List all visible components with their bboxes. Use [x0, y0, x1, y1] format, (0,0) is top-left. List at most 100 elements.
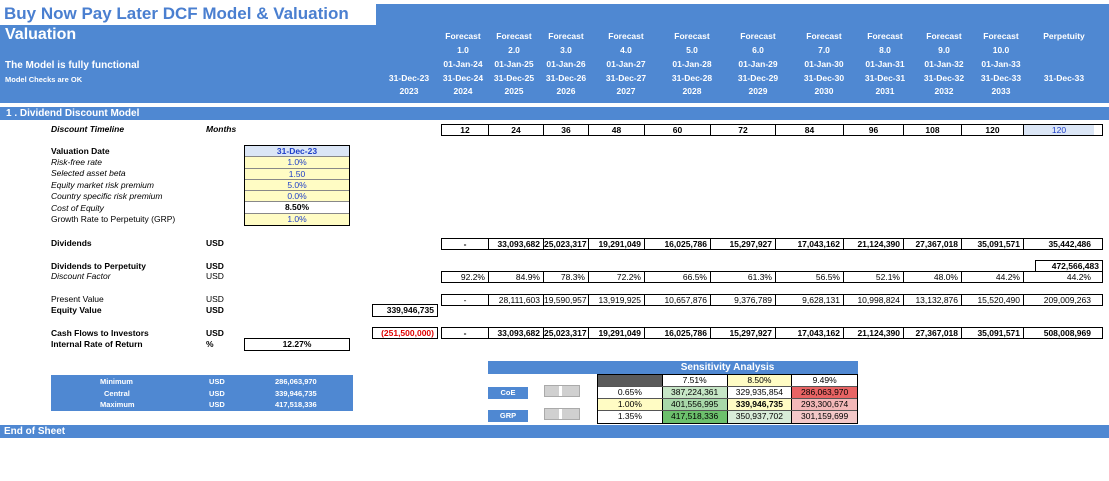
timeline-cell: 72 [711, 125, 776, 135]
dividends-cell: 25,023,317 [544, 239, 589, 249]
cost-of-equity-value: 8.50% [245, 202, 349, 214]
sensitivity-cell: 293,300,674 [792, 399, 857, 410]
checks-status: Model Checks are OK [5, 75, 83, 84]
forecast-start-date: 01-Jan-25 [494, 59, 534, 69]
timeline-cell: 120 [962, 125, 1024, 135]
present-value-cell: 13,919,925 [589, 295, 645, 305]
grp-button[interactable]: GRP [488, 410, 528, 422]
discount-factor-cell: 48.0% [904, 272, 962, 282]
summary-min-value: 286,063,970 [275, 377, 317, 386]
equity-value: 339,946,735 [372, 304, 438, 317]
coe-scrollbar[interactable] [544, 385, 580, 397]
cash-flows-cell: 16,025,786 [645, 328, 711, 338]
sensitivity-cell: 387,224,361 [662, 387, 728, 398]
equity-value-label: Equity Value [51, 305, 102, 315]
end-of-sheet: End of Sheet [0, 425, 1109, 438]
forecast-label: Forecast [806, 31, 842, 41]
sensitivity-cell: 329,935,854 [727, 387, 793, 398]
cash-flows-cell: 21,124,390 [844, 328, 904, 338]
discount-factor-cell: 66.5% [645, 272, 711, 282]
section-header: 1 . Dividend Discount Model [0, 107, 1109, 120]
country-premium-label: Country specific risk premium [51, 191, 163, 201]
forecast-year: 2027 [616, 86, 636, 96]
grp-scrollbar[interactable] [544, 408, 580, 420]
present-value-cell: 10,657,876 [645, 295, 711, 305]
grp-input[interactable]: 1.0% [245, 213, 349, 226]
cash-flows-row: -33,093,682 25,023,317 19,291,049 16,025,78… [441, 327, 1103, 339]
coe-mid-header: 8.50% [727, 375, 793, 386]
risk-free-input[interactable]: 1.0% [245, 157, 349, 169]
present-value-label: Present Value [51, 294, 104, 304]
country-premium-input[interactable]: 0.0% [245, 191, 349, 203]
valuation-date-input[interactable]: 31-Dec-23 [245, 146, 349, 158]
timeline-cell: 84 [776, 125, 844, 135]
forecast-number: 9.0 [938, 45, 950, 55]
dividends-cell: 16,025,786 [645, 239, 711, 249]
timeline-cell: 36 [544, 125, 589, 135]
forecast-label: Forecast [926, 31, 962, 41]
sensitivity-corner [598, 375, 663, 386]
dividends-cell: 17,043,162 [776, 239, 844, 249]
forecast-label: Forecast [445, 31, 481, 41]
sheet-title: Buy Now Pay Later DCF Model & Valuation [4, 4, 349, 23]
forecast-end-date: 31-Dec-30 [803, 73, 845, 83]
discount-factor-cell: 52.1% [844, 272, 904, 282]
discount-factor-cell: 92.2% [442, 272, 489, 282]
present-value-cell: 209,009,263 [1043, 295, 1091, 305]
coe-high-header: 9.49% [792, 375, 857, 386]
timeline-cell: 24 [489, 125, 544, 135]
forecast-label: Forecast [548, 31, 584, 41]
forecast-year: 2029 [748, 86, 768, 96]
perpetuity-label: Perpetuity [1043, 31, 1085, 41]
forecast-start-date: 01-Jan-33 [981, 59, 1021, 69]
asset-beta-input[interactable]: 1.50 [245, 168, 349, 180]
forecast-end-date: 31-Dec-33 [980, 73, 1022, 83]
summary-min-unit: USD [209, 377, 225, 386]
forecast-year: 2026 [556, 86, 576, 96]
dividends-unit: USD [206, 238, 224, 248]
discount-factor-cell: 44.2% [962, 272, 1024, 282]
sensitivity-row: 1.00% 401,556,995 339,946,735 293,300,67… [598, 399, 857, 411]
equity-premium-label: Equity market risk premium [51, 180, 154, 190]
forecast-year: 2030 [814, 86, 834, 96]
dividends-row: -33,093,682 25,023,317 19,291,049 16,025,78… [441, 238, 1103, 250]
cash-flows-base: (251,500,000) [372, 327, 438, 339]
forecast-end-date: 31-Dec-29 [737, 73, 779, 83]
discount-factor-cell: 72.2% [589, 272, 645, 282]
valuation-date-label: Valuation Date [51, 146, 110, 156]
timeline-cell: 48 [589, 125, 645, 135]
forecast-label: Forecast [496, 31, 532, 41]
forecast-year: 2025 [504, 86, 524, 96]
discount-factor-cell: 44.2% [1066, 272, 1091, 282]
forecast-end-date: 31-Dec-28 [671, 73, 713, 83]
summary-min-label: Minimum [100, 377, 133, 386]
irr-label: Internal Rate of Return [51, 339, 143, 349]
cash-flows-cell: 19,291,049 [589, 328, 645, 338]
cash-flows-unit: USD [206, 328, 224, 338]
cash-flows-label: Cash Flows to Investors [51, 328, 149, 338]
dividends-cell: 35,442,486 [1048, 239, 1091, 249]
forecast-year: 2028 [682, 86, 702, 96]
present-value-row: -28,111,603 19,590,957 13,919,925 10,657,87… [441, 294, 1103, 306]
sensitivity-cell: 301,159,699 [792, 411, 857, 423]
forecast-year: 2032 [934, 86, 954, 96]
coe-low-header: 7.51% [662, 375, 728, 386]
cash-flows-cell: 33,093,682 [489, 328, 544, 338]
sensitivity-header-row: 7.51% 8.50% 9.49% [598, 375, 857, 387]
sensitivity-cell: 401,556,995 [662, 399, 728, 410]
forecast-year: 2024 [453, 86, 473, 96]
equity-premium-input[interactable]: 5.0% [245, 179, 349, 192]
base-end-date: 31-Dec-23 [388, 73, 430, 83]
grp-low: 0.65% [598, 387, 663, 398]
forecast-number: 4.0 [620, 45, 632, 55]
forecast-label: Forecast [674, 31, 710, 41]
discount-factor-unit: USD [206, 271, 224, 281]
sensitivity-cell: 339,946,735 [727, 399, 793, 410]
discount-factor-cell: 84.9% [489, 272, 544, 282]
sensitivity-cell: 350,937,702 [727, 411, 793, 423]
timeline-cell: 120 [1024, 125, 1094, 135]
grp-mid: 1.00% [598, 399, 663, 410]
discount-factor-label: Discount Factor [51, 271, 111, 281]
coe-button[interactable]: CoE [488, 387, 528, 399]
summary-central-unit: USD [209, 389, 225, 398]
